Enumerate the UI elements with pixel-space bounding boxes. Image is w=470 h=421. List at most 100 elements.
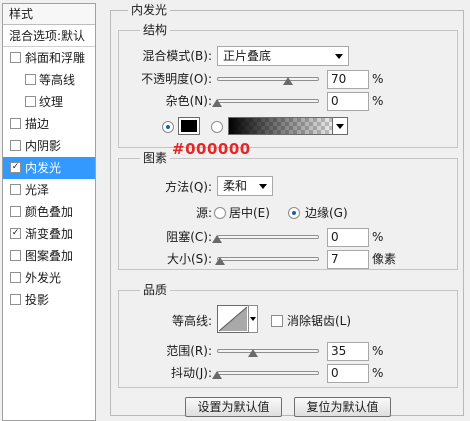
sidebar-item-label: 投影 bbox=[25, 293, 50, 307]
percent-unit: % bbox=[372, 230, 384, 244]
noise-input[interactable]: 0 bbox=[327, 92, 369, 111]
contour-checkbox[interactable] bbox=[25, 74, 36, 85]
choke-slider[interactable] bbox=[212, 233, 319, 243]
pattern-overlay-checkbox[interactable] bbox=[10, 250, 21, 261]
size-slider[interactable] bbox=[214, 255, 319, 265]
size-label: 大小(S): bbox=[166, 252, 212, 266]
range-label: 范围(R): bbox=[166, 344, 212, 358]
method-select[interactable]: 柔和 bbox=[217, 176, 273, 196]
sidebar-item-stroke[interactable]: 描边 bbox=[3, 113, 95, 135]
blend-mode-label: 混合模式(B): bbox=[142, 49, 212, 63]
sidebar-item-texture[interactable]: 纹理 bbox=[3, 91, 95, 113]
solid-color-radio[interactable] bbox=[162, 121, 174, 133]
gradient-picker-button[interactable] bbox=[332, 117, 348, 135]
chevron-down-icon bbox=[259, 184, 267, 189]
stroke-checkbox[interactable] bbox=[10, 118, 21, 129]
sidebar-item-outer-glow[interactable]: 外发光 bbox=[3, 267, 95, 289]
sidebar-item-inner-shadow[interactable]: 内阴影 bbox=[3, 135, 95, 157]
anti-alias-label: 消除锯齿(L) bbox=[287, 314, 352, 328]
color-fill bbox=[181, 120, 197, 132]
blend-mode-select[interactable]: 正片叠底 bbox=[217, 46, 349, 66]
slider-thumb[interactable] bbox=[212, 235, 222, 243]
sidebar-item-pattern-overlay[interactable]: 图案叠加 bbox=[3, 245, 95, 267]
sidebar-item-bevel-emboss[interactable]: 斜面和浮雕 bbox=[3, 47, 95, 69]
source-label: 源: bbox=[195, 206, 212, 220]
slider-track bbox=[217, 99, 319, 103]
color-hex-note: #000000 bbox=[172, 140, 251, 158]
slider-track bbox=[217, 371, 319, 375]
quality-title: 品质 bbox=[140, 283, 171, 297]
range-input[interactable]: 35 bbox=[327, 342, 369, 361]
reset-default-button[interactable]: 复位为默认值 bbox=[294, 397, 391, 417]
opacity-slider[interactable] bbox=[217, 75, 319, 85]
jitter-label: 抖动(J): bbox=[171, 366, 212, 380]
slider-track bbox=[217, 235, 319, 239]
percent-unit: % bbox=[372, 94, 384, 108]
choke-label: 阻塞(C): bbox=[166, 230, 212, 244]
sidebar-item-label: 外发光 bbox=[25, 271, 62, 285]
sidebar-item-label: 光泽 bbox=[25, 183, 50, 197]
sidebar-item-gradient-overlay[interactable]: ✓ 渐变叠加 bbox=[3, 223, 95, 245]
choke-input[interactable]: 0 bbox=[327, 228, 369, 247]
method-value: 柔和 bbox=[223, 179, 248, 193]
sidebar-item-label: 渐变叠加 bbox=[25, 227, 74, 241]
source-edge-label: 边缘(G) bbox=[305, 206, 348, 220]
inner-shadow-checkbox[interactable] bbox=[10, 140, 21, 151]
drop-shadow-checkbox[interactable] bbox=[10, 294, 21, 305]
color-overlay-checkbox[interactable] bbox=[10, 206, 21, 217]
blend-mode-value: 正片叠底 bbox=[223, 49, 272, 63]
noise-slider[interactable] bbox=[212, 97, 319, 107]
satin-checkbox[interactable] bbox=[10, 184, 21, 195]
jitter-input[interactable]: 0 bbox=[327, 364, 369, 383]
sidebar-item-satin[interactable]: 光泽 bbox=[3, 179, 95, 201]
sidebar-item-label: 斜面和浮雕 bbox=[25, 51, 86, 65]
sidebar-item-contour[interactable]: 等高线 bbox=[3, 69, 95, 91]
percent-unit: % bbox=[372, 72, 384, 86]
sidebar-item-label: 内发光 bbox=[25, 161, 62, 175]
sidebar-item-label: 颜色叠加 bbox=[25, 205, 74, 219]
anti-alias-checkbox[interactable] bbox=[271, 315, 283, 327]
sidebar-item-color-overlay[interactable]: 颜色叠加 bbox=[3, 201, 95, 223]
source-edge-radio[interactable] bbox=[288, 207, 300, 219]
sidebar-item-inner-glow[interactable]: ✓ 内发光 bbox=[3, 157, 95, 179]
sidebar-item-label: 内阴影 bbox=[25, 139, 62, 153]
jitter-slider[interactable] bbox=[212, 369, 319, 379]
contour-curve-icon bbox=[218, 306, 248, 332]
set-default-button[interactable]: 设置为默认值 bbox=[185, 397, 282, 417]
slider-thumb[interactable] bbox=[283, 77, 294, 85]
bevel-emboss-checkbox[interactable] bbox=[10, 52, 21, 63]
structure-title: 结构 bbox=[140, 23, 171, 37]
slider-thumb[interactable] bbox=[247, 349, 258, 357]
range-slider[interactable] bbox=[217, 347, 319, 357]
contour-label: 等高线: bbox=[171, 314, 212, 328]
sidebar-item-drop-shadow[interactable]: 投影 bbox=[3, 289, 95, 311]
source-center-label: 居中(E) bbox=[229, 206, 270, 220]
slider-track bbox=[217, 257, 319, 261]
noise-label: 杂色(N): bbox=[165, 94, 212, 108]
texture-checkbox[interactable] bbox=[25, 96, 36, 107]
sidebar-item-blend-options[interactable]: 混合选项:默认 bbox=[3, 25, 95, 47]
contour-picker-button[interactable] bbox=[248, 305, 258, 333]
sidebar-item-label: 等高线 bbox=[39, 73, 76, 87]
size-input[interactable]: 7 bbox=[327, 250, 369, 269]
inner-glow-checkbox[interactable]: ✓ bbox=[10, 162, 21, 173]
sidebar-item-label: 描边 bbox=[25, 117, 50, 131]
slider-thumb[interactable] bbox=[214, 257, 225, 265]
slider-thumb[interactable] bbox=[212, 99, 222, 107]
source-center-radio[interactable] bbox=[214, 207, 226, 219]
gradient-overlay-checkbox[interactable]: ✓ bbox=[10, 228, 21, 239]
opacity-label: 不透明度(O): bbox=[141, 72, 212, 86]
percent-unit: % bbox=[372, 366, 384, 380]
opacity-input[interactable]: 70 bbox=[327, 70, 369, 89]
sidebar-item-label: 图案叠加 bbox=[25, 249, 74, 263]
slider-thumb[interactable] bbox=[212, 371, 222, 379]
contour-preview[interactable] bbox=[217, 305, 249, 333]
outer-glow-checkbox[interactable] bbox=[10, 272, 21, 283]
method-label: 方法(Q): bbox=[165, 180, 212, 194]
sidebar-item-label: 纹理 bbox=[39, 95, 64, 109]
gradient-preview[interactable] bbox=[228, 117, 348, 135]
gradient-radio[interactable] bbox=[211, 121, 223, 133]
chevron-down-icon bbox=[335, 54, 343, 59]
pixel-unit: 像素 bbox=[372, 252, 397, 266]
glow-color-swatch[interactable] bbox=[178, 117, 200, 135]
